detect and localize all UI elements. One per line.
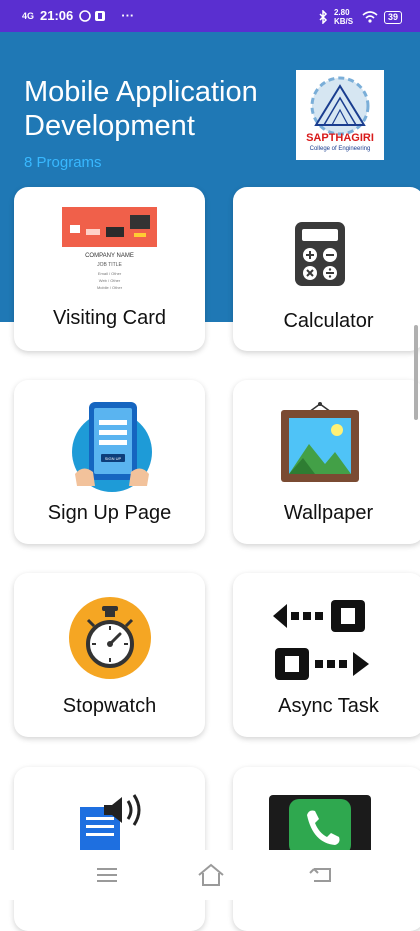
menu-button[interactable] [92,862,122,888]
framed-picture-icon [279,402,361,484]
back-icon [309,868,331,882]
battery-indicator: 39 [383,10,402,24]
program-card-visiting-card[interactable]: COMPANY NAME JOB TITLE Email / Other Web… [14,187,205,351]
program-label: Wallpaper [283,502,374,524]
programs-count: 8 Programs [24,154,102,171]
logo-text: SAPTHAGIRI [306,132,374,144]
logo-subtext: College of Engineering [309,146,371,152]
bluetooth-icon [318,10,328,24]
status-right: 2.80 KB/S 39 [318,8,402,26]
status-bar: 4G 21:06 ··· 2.80 KB/S 39 [0,0,420,32]
program-card-stopwatch[interactable]: Stopwatch [14,573,205,737]
menu-icon [97,868,117,882]
network-speed: 2.80 KB/S [333,8,354,26]
notification-icons [79,9,115,22]
card-line-1: Email / Other [97,271,122,276]
program-card-async-task[interactable]: Async Task [233,573,420,737]
network-indicator: 4G [22,10,35,21]
program-label: Sign Up Page [47,502,172,524]
status-time: 21:06 [40,8,74,23]
app-title: Mobile Application Development [24,76,258,142]
program-card-text-to-speech[interactable] [14,767,205,931]
card-line-3: Mobile / Other [96,285,123,290]
college-logo: SAPTHAGIRI College of Engineering [296,70,384,160]
system-nav-bar [0,850,420,900]
program-label: Async Task [278,695,379,717]
card-job-title: JOB TITLE [97,262,122,268]
card-company-name: COMPANY NAME [85,253,134,259]
scrollbar-thumb[interactable] [414,325,418,420]
signup-button-label: SIGN UP [105,456,122,461]
status-left: 4G 21:06 ··· [22,8,134,23]
program-card-sign-up-page[interactable]: SIGN UP Sign Up Page [14,380,205,544]
phone-icon [269,795,371,855]
home-button[interactable] [196,862,226,888]
signup-tablet-icon: SIGN UP [67,402,157,492]
back-button[interactable] [306,862,336,888]
wifi-icon [362,11,378,23]
program-label: Calculator [283,310,374,332]
program-label: Stopwatch [62,695,157,717]
arrows-icon [271,598,371,684]
document-speaker-icon [80,793,146,853]
stopwatch-icon [68,596,152,680]
program-card-phone[interactable] [233,767,420,931]
overflow-icon: ··· [121,8,135,23]
program-label: Visiting Card [52,307,167,329]
program-card-calculator[interactable]: Calculator [233,187,420,351]
program-card-wallpaper[interactable]: Wallpaper [233,380,420,544]
home-icon [198,863,224,886]
card-line-2: Web / Other [98,278,121,283]
visiting-card-icon: COMPANY NAME JOB TITLE Email / Other Web… [62,207,157,297]
calculator-icon [295,222,345,286]
